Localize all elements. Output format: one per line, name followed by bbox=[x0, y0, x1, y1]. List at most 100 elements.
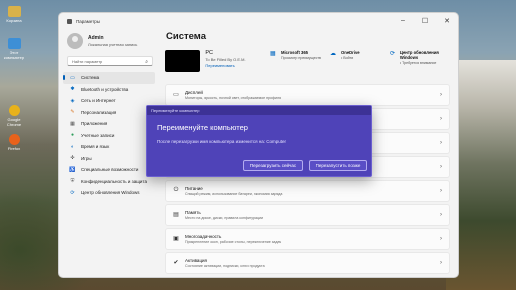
chevron-right-icon: › bbox=[440, 259, 442, 266]
window-controls: – ☐ ✕ bbox=[392, 17, 458, 25]
card-title: Многозадачность bbox=[185, 233, 222, 239]
search-icon: ⌕ bbox=[145, 59, 148, 65]
tile-update[interactable]: ⟳ Центр обновления Windows • Требуется вни… bbox=[390, 50, 450, 65]
card-title: Дисплей bbox=[185, 89, 203, 95]
sidebar-item-label: Bluetooth и устройства bbox=[81, 86, 129, 92]
card-subtitle: Спящий режим, использование батареи, эко… bbox=[185, 191, 283, 196]
page-title: Система bbox=[166, 31, 206, 42]
avatar bbox=[67, 33, 83, 49]
pc-summary: PC To Be Filled By O.E.M. Переименовать … bbox=[165, 50, 450, 80]
sidebar-item-label: Приложения bbox=[81, 121, 108, 127]
sidebar: Admin Локальная учетная запись Найти пар… bbox=[59, 29, 159, 277]
chrome-icon bbox=[8, 105, 20, 116]
dialog-heading: Переименуйте компьютер bbox=[157, 123, 248, 132]
sidebar-item-apps[interactable]: ▦ Приложения bbox=[63, 118, 155, 130]
user-name: Admin bbox=[88, 35, 104, 41]
sidebar-item-gamepad[interactable]: ✜ Игры bbox=[63, 153, 155, 165]
sidebar-item-account[interactable]: ● Учетные записи bbox=[63, 130, 155, 142]
tile-subtitle: • Требуется внимание bbox=[399, 61, 437, 65]
monitor-icon: ▭ bbox=[70, 74, 75, 81]
sidebar-item-label: Система bbox=[81, 75, 100, 81]
desktop-icon-this-pc[interactable]: Этот компьютер bbox=[2, 38, 26, 60]
desktop-icon-chrome[interactable]: Google Chrome bbox=[2, 105, 26, 127]
chevron-right-icon: › bbox=[440, 163, 442, 170]
minimize-button[interactable]: – bbox=[392, 17, 414, 25]
desktop-icon-recycle-bin[interactable]: Корзина bbox=[2, 6, 26, 23]
chevron-right-icon: › bbox=[440, 139, 442, 146]
card-subtitle: Мониторы, яркость, ночной свет, отобража… bbox=[185, 95, 282, 100]
bluetooth-icon: ✱ bbox=[70, 86, 75, 93]
accessibility-icon: ♿ bbox=[69, 166, 76, 173]
settings-card[interactable]: ▣ Многозадачность Прикрепление окон, рабоч… bbox=[165, 228, 450, 250]
maximize-button[interactable]: ☐ bbox=[414, 17, 436, 25]
window-title: Параметры bbox=[76, 18, 100, 24]
card-title: Память bbox=[185, 209, 201, 215]
tile-microsoft-365[interactable]: ▦ Microsoft 365 Просмотр преимуществ bbox=[270, 50, 330, 65]
desktop-icon-label: Корзина bbox=[6, 18, 22, 23]
settings-card[interactable]: ⏻ Питание Спящий режим, использование бата… bbox=[165, 180, 450, 202]
tile-subtitle: • Войти bbox=[341, 56, 354, 60]
pc-model: To Be Filled By O.E.M. bbox=[205, 57, 246, 62]
apps-icon: ▦ bbox=[70, 120, 75, 127]
computer-icon bbox=[7, 38, 21, 49]
settings-card[interactable]: ▭ Дисплей Мониторы, яркость, ночной свет, … bbox=[165, 84, 450, 106]
search-input[interactable]: Найти параметр ⌕ bbox=[67, 56, 153, 66]
sidebar-item-label: Центр обновления Windows bbox=[81, 190, 140, 196]
card-title: Активация bbox=[185, 257, 207, 263]
chevron-right-icon: › bbox=[440, 91, 442, 98]
desktop-icon-label: Этот компьютер bbox=[3, 50, 25, 60]
sidebar-item-globe-clock[interactable]: ◐ Время и язык bbox=[63, 141, 155, 153]
settings-card[interactable]: ▤ Память Место на диске, диски, правила ко… bbox=[165, 204, 450, 226]
sidebar-item-label: Сеть и Интернет bbox=[81, 98, 116, 104]
user-account[interactable]: Admin Локальная учетная запись bbox=[67, 33, 155, 49]
dialog-message: После перезагрузки имя компьютера измени… bbox=[157, 139, 287, 144]
desktop-icon-label: Google Chrome bbox=[6, 117, 22, 127]
power-icon: ⏻ bbox=[173, 187, 179, 194]
microsoft-365-icon: ▦ bbox=[270, 51, 276, 57]
sidebar-item-update[interactable]: ⟳ Центр обновления Windows bbox=[63, 187, 155, 199]
sidebar-nav: ▭ Система ✱ Bluetooth и устройства ◈ Сеть и И… bbox=[63, 72, 155, 199]
sidebar-item-shield[interactable]: ⛨ Конфиденциальность и защита bbox=[63, 176, 155, 188]
pc-info: PC To Be Filled By O.E.M. Переименовать bbox=[205, 50, 270, 68]
firefox-icon bbox=[8, 134, 20, 145]
rename-link[interactable]: Переименовать bbox=[205, 63, 270, 68]
restart-later-button[interactable]: Перезапустить позже bbox=[309, 160, 367, 171]
dialog-titlebar: Переименуйте компьютер bbox=[147, 106, 371, 115]
sidebar-item-label: Учетные записи bbox=[81, 132, 115, 138]
settings-card[interactable]: ✔ Активация Состояние активации, подписки,… bbox=[165, 252, 450, 274]
close-button[interactable]: ✕ bbox=[436, 17, 458, 25]
desktop-icon-label: Firefox bbox=[7, 146, 21, 151]
update-icon: ⟳ bbox=[390, 51, 396, 57]
search-placeholder: Найти параметр bbox=[72, 59, 103, 64]
pc-thumbnail bbox=[165, 50, 201, 72]
sidebar-item-wifi[interactable]: ◈ Сеть и Интернет bbox=[63, 95, 155, 107]
chevron-right-icon: › bbox=[440, 211, 442, 218]
tile-title: Центр обновления Windows bbox=[399, 50, 439, 60]
account-icon: ● bbox=[70, 132, 75, 139]
card-title: Питание bbox=[185, 185, 203, 191]
sidebar-item-label: Конфиденциальность и защита bbox=[81, 178, 147, 184]
quick-tiles: ▦ Microsoft 365 Просмотр преимуществ ☁ OneDr… bbox=[270, 50, 450, 65]
sidebar-item-monitor[interactable]: ▭ Система bbox=[63, 72, 155, 84]
chevron-right-icon: › bbox=[440, 235, 442, 242]
card-subtitle: Состояние активации, подписки, ключ прод… bbox=[185, 263, 265, 268]
card-subtitle: Прикрепление окон, рабочие столы, перекл… bbox=[185, 239, 282, 244]
rename-dialog: Переименуйте компьютер Переименуйте комп… bbox=[146, 105, 372, 177]
sidebar-item-label: Персонализация bbox=[81, 109, 117, 115]
tile-cloud[interactable]: ☁ OneDrive • Войти bbox=[330, 50, 390, 65]
multitask-icon: ▣ bbox=[173, 236, 179, 243]
sidebar-item-bluetooth[interactable]: ✱ Bluetooth и устройства bbox=[63, 84, 155, 96]
sidebar-item-brush[interactable]: ✎ Персонализация bbox=[63, 107, 155, 119]
settings-app-icon bbox=[67, 18, 72, 24]
window-titlebar[interactable]: Параметры – ☐ ✕ bbox=[59, 13, 458, 29]
chevron-right-icon: › bbox=[440, 187, 442, 194]
wifi-icon: ◈ bbox=[70, 97, 75, 104]
desktop-icon-firefox[interactable]: Firefox bbox=[2, 134, 26, 151]
globe-clock-icon: ◐ bbox=[70, 143, 75, 150]
tile-subtitle: Просмотр преимуществ bbox=[281, 56, 321, 60]
tile-title: Microsoft 365 bbox=[281, 50, 308, 55]
restart-now-button[interactable]: Перезагрузить сейчас bbox=[243, 160, 303, 171]
sidebar-item-accessibility[interactable]: ♿ Специальные возможности bbox=[63, 164, 155, 176]
cloud-icon: ☁ bbox=[330, 51, 336, 57]
sidebar-item-label: Специальные возможности bbox=[81, 167, 139, 173]
